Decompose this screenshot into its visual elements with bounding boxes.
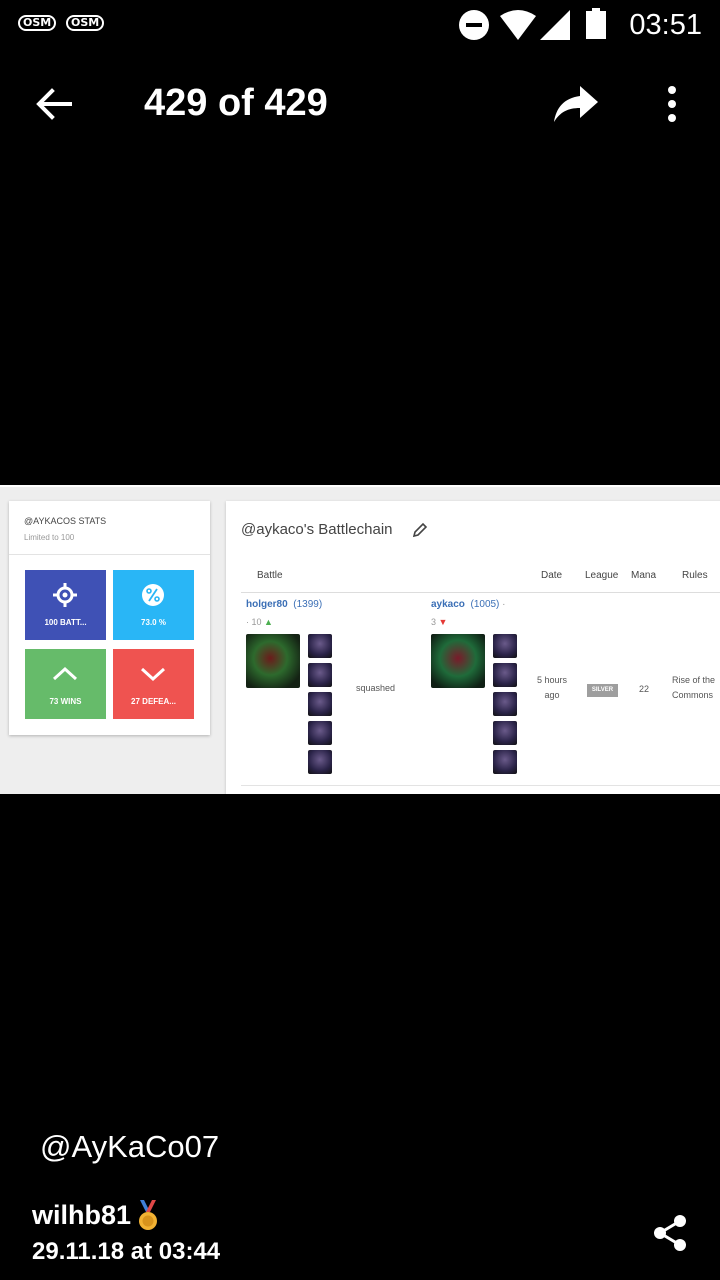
post-datetime: 29.11.18 at 03:44 [32, 1238, 221, 1265]
dnd-icon [459, 10, 489, 40]
chevron-up-icon [53, 666, 77, 681]
forward-share-icon[interactable] [552, 84, 600, 124]
col-league: League [585, 570, 619, 581]
arrow-down-icon: ▼ [438, 617, 448, 627]
defeats-tile: 27 DEFEA... [113, 649, 194, 719]
player2-monster-card[interactable] [493, 692, 517, 716]
battery-icon [586, 8, 606, 39]
player2-name: aykaco (1005) · [431, 599, 506, 610]
player2-summoner-card[interactable] [431, 634, 485, 688]
battlechain-title: @aykaco's Battlechain [241, 521, 393, 538]
player1-monster-card[interactable] [308, 750, 332, 774]
viewer-toolbar: 429 of 429 [0, 62, 720, 146]
player2-monster-card[interactable] [493, 750, 517, 774]
winrate-tile: 73.0 % [113, 570, 194, 640]
battle-date: 5 hours ago [536, 675, 568, 700]
signal-icon [540, 10, 570, 40]
wifi-icon [500, 10, 536, 40]
battle-result: squashed [356, 683, 396, 693]
image-caption: @AyKaCo07 [40, 1129, 220, 1164]
player2-level: 3 ▼ [431, 617, 448, 627]
battlechain-card: @aykaco's Battlechain Battle Date League… [226, 501, 720, 794]
battles-tile: 100 BATT... [25, 570, 106, 640]
author-name[interactable]: wilhb81 [32, 1198, 131, 1232]
col-battle: Battle [257, 570, 283, 581]
chevron-down-icon [141, 667, 165, 682]
page-title: 429 of 429 [144, 82, 328, 124]
more-vert-icon[interactable] [662, 84, 682, 124]
target-icon [53, 583, 77, 607]
player1-monster-card[interactable] [308, 721, 332, 745]
col-mana: Mana [631, 570, 657, 581]
osm-notification-icon: OSM [66, 15, 105, 31]
pencil-icon [412, 522, 428, 538]
wins-tile: 73 WINS [25, 649, 106, 719]
back-arrow-icon[interactable] [34, 86, 74, 122]
clock: 03:51 [629, 9, 702, 41]
stats-card: @AYKACOS STATS Limited to 100 100 BATT..… [9, 501, 210, 735]
arrow-up-icon: ▲ [264, 617, 273, 627]
player1-monster-card[interactable] [308, 663, 332, 687]
league-badge: SILVER [587, 684, 618, 697]
col-rules: Rules [682, 570, 708, 581]
rules-value: Rise of the Commons [672, 675, 716, 700]
player1-level: · 10 ▲ [246, 617, 273, 627]
player2-monster-card[interactable] [493, 721, 517, 745]
player2-monster-card[interactable] [493, 634, 517, 658]
player1-summoner-card[interactable] [246, 634, 300, 688]
status-bar: OSM OSM 03:51 [0, 0, 720, 50]
player1-monster-card[interactable] [308, 634, 332, 658]
player1-name: holger80 (1399) [246, 599, 323, 610]
medal-icon [139, 1200, 157, 1230]
col-date: Date [541, 570, 563, 581]
osm-notification-icon: OSM [18, 15, 57, 31]
stats-subtitle: Limited to 100 [24, 533, 75, 542]
player2-monster-card[interactable] [493, 663, 517, 687]
mana-value: 22 [639, 684, 650, 694]
shared-image[interactable]: @AYKACOS STATS Limited to 100 100 BATT..… [0, 485, 720, 794]
stats-title: @AYKACOS STATS [24, 516, 107, 526]
share-icon[interactable] [652, 1214, 688, 1252]
percent-icon [142, 584, 164, 606]
player1-monster-card[interactable] [308, 692, 332, 716]
